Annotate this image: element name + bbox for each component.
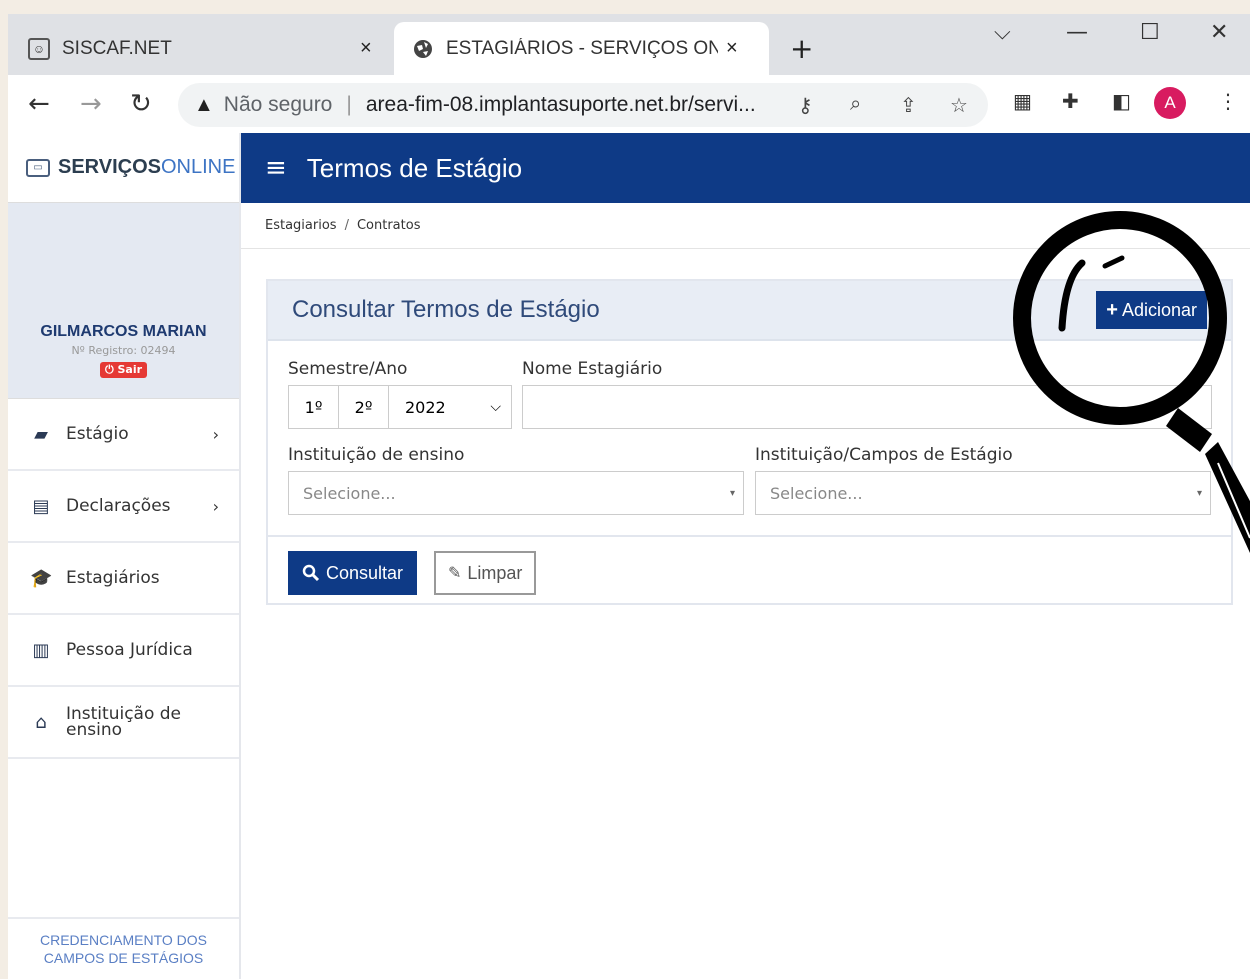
warning-icon: ▲	[194, 93, 214, 116]
globe-icon	[412, 38, 434, 60]
semester-selector: 1º 2º 2022 ⌵	[288, 385, 512, 429]
year-value: 2022	[405, 397, 446, 417]
browser-toolbar: ← → ↻ ▲ Não seguro | area-fim-08.implant…	[8, 75, 1250, 133]
campus-select[interactable]: Selecione... ▾	[755, 471, 1211, 515]
sidebar-item-label: Declarações	[66, 496, 171, 516]
building-icon: ▥	[32, 639, 50, 661]
semester-option-1[interactable]: 1º	[289, 386, 339, 428]
page-header: ≡ Termos de Estágio	[241, 133, 1250, 203]
forward-icon[interactable]: →	[80, 89, 102, 119]
url-text[interactable]: area-fim-08.implantasuporte.net.br/servi…	[366, 93, 776, 117]
search-panel: Consultar Termos de Estágio + Adicionar …	[266, 279, 1233, 605]
caret-down-icon: ▾	[1196, 487, 1202, 499]
tab-estagiarios[interactable]: ESTAGIÁRIOS - SERVIÇOS ONLINE ×	[394, 22, 769, 75]
screen-icon: ▭	[26, 158, 50, 177]
sidebar-item-instituicao[interactable]: ⌂ Instituição de ensino	[8, 687, 239, 759]
chevron-down-icon[interactable]: ⌵	[994, 20, 1011, 45]
close-window-icon[interactable]: ✕	[1210, 20, 1228, 45]
separator: |	[346, 93, 352, 116]
browser-window: ☺ SISCAF.NET × ESTAGIÁRIOS - SERVIÇOS ON…	[8, 14, 1250, 979]
sidebar-item-label: Pessoa Jurídica	[66, 640, 193, 660]
institution-label: Instituição de ensino	[288, 445, 465, 465]
clear-button[interactable]: ✎ Limpar	[434, 551, 537, 595]
campus-placeholder: Selecione...	[770, 483, 863, 503]
plus-icon: +	[1106, 298, 1118, 321]
add-button[interactable]: + Adicionar	[1096, 291, 1207, 329]
hamburger-menu-icon[interactable]: ≡	[265, 153, 287, 183]
chevron-down-icon: ⌵	[490, 399, 501, 415]
divider	[268, 535, 1231, 537]
tab-title: ESTAGIÁRIOS - SERVIÇOS ONLINE	[446, 37, 718, 59]
sidebar-item-estagio[interactable]: ▰ Estágio ›	[8, 399, 239, 471]
menu-icon[interactable]: ⋮	[1218, 89, 1238, 113]
tab-strip: ☺ SISCAF.NET × ESTAGIÁRIOS - SERVIÇOS ON…	[8, 14, 1250, 75]
semester-option-2[interactable]: 2º	[339, 386, 389, 428]
sidebar-item-label: Estágio	[66, 424, 129, 444]
tab-title: SISCAF.NET	[62, 37, 172, 59]
breadcrumb-separator: /	[344, 218, 349, 233]
page-title: Termos de Estágio	[306, 152, 523, 183]
brand-logo[interactable]: ▭ SERVIÇOS ONLINE	[8, 133, 239, 203]
star-icon[interactable]: ☆	[950, 93, 968, 118]
graduation-cap-icon: 🎓	[30, 567, 53, 589]
breadcrumb: Estagiarios / Contratos	[241, 203, 1250, 249]
person-icon: ☺	[28, 37, 50, 60]
minimize-icon[interactable]: —	[1066, 20, 1088, 45]
close-tab-icon[interactable]: ×	[726, 37, 738, 60]
security-status: Não seguro	[223, 93, 333, 116]
sidebar-item-label: Estagiários	[66, 568, 160, 588]
semester-label: Semestre/Ano	[288, 359, 408, 379]
search-label: Consultar	[326, 562, 404, 583]
share-icon[interactable]: ⇪	[900, 93, 917, 118]
zoom-icon[interactable]: ⌕	[850, 93, 861, 116]
user-box: GILMARCOS MARIAN Nº Registro: 02494 ⏻ Sa…	[8, 203, 239, 399]
sidebar-item-declaracoes[interactable]: ▤ Declarações ›	[8, 471, 239, 543]
maximize-icon[interactable]: ☐	[1140, 20, 1160, 45]
address-bar[interactable]: ▲ Não seguro | area-fim-08.implantasupor…	[178, 83, 988, 127]
campus-label: Instituição/Campos de Estágio	[755, 445, 1013, 465]
profile-avatar[interactable]: A	[1154, 87, 1186, 119]
search-button[interactable]: Consultar	[288, 551, 418, 595]
user-name: GILMARCOS MARIAN	[40, 323, 207, 340]
sidebar: ▭ SERVIÇOS ONLINE GILMARCOS MARIAN Nº Reg…	[8, 133, 241, 979]
file-icon: ▤	[32, 495, 50, 517]
eraser-icon: ✎	[448, 565, 462, 582]
side-panel-icon[interactable]: ◧	[1112, 89, 1131, 113]
sidebar-item-estagiarios[interactable]: 🎓 Estagiários	[8, 543, 239, 615]
close-tab-icon[interactable]: ×	[360, 37, 372, 60]
institution-placeholder: Selecione...	[303, 483, 396, 503]
logout-label: Sair	[117, 363, 143, 376]
spreadsheet-extension-icon[interactable]: ▦	[1013, 89, 1032, 113]
search-icon	[302, 564, 320, 582]
sidebar-item-label: Instituição de ensino	[66, 704, 182, 740]
folder-open-icon: ▰	[34, 423, 48, 445]
brand-part1: SERVIÇOS	[58, 156, 161, 178]
reload-icon[interactable]: ↻	[130, 89, 152, 119]
user-registry: Nº Registro: 02494	[71, 344, 176, 357]
institution-select[interactable]: Selecione... ▾	[288, 471, 744, 515]
brand-part2: ONLINE	[161, 156, 236, 178]
name-input[interactable]	[522, 385, 1212, 429]
panel-title: Consultar Termos de Estágio	[292, 296, 600, 323]
chevron-right-icon: ›	[212, 496, 219, 516]
new-tab-button[interactable]: +	[790, 32, 813, 65]
add-label: Adicionar	[1121, 299, 1197, 320]
key-icon[interactable]: ⚷	[798, 93, 813, 118]
logout-button[interactable]: ⏻ Sair	[99, 362, 148, 378]
year-select[interactable]: 2022 ⌵	[389, 386, 511, 428]
breadcrumb-estagiarios[interactable]: Estagiarios	[265, 218, 337, 233]
back-icon[interactable]: ←	[28, 89, 50, 119]
institution-icon: ⌂	[35, 711, 47, 733]
breadcrumb-contratos[interactable]: Contratos	[357, 218, 421, 233]
tab-siscaf[interactable]: ☺ SISCAF.NET ×	[28, 22, 388, 75]
clear-label: Limpar	[467, 562, 523, 583]
name-label: Nome Estagiário	[522, 359, 663, 379]
panel-header: Consultar Termos de Estágio + Adicionar	[268, 281, 1231, 341]
caret-down-icon: ▾	[729, 487, 735, 499]
chevron-right-icon: ›	[212, 424, 219, 444]
sidebar-item-pessoa-juridica[interactable]: ▥ Pessoa Jurídica	[8, 615, 239, 687]
puzzle-icon[interactable]: ✚	[1062, 89, 1079, 113]
credenciamento-link[interactable]: CREDENCIAMENTO DOS CAMPOS DE ESTÁGIOS	[8, 917, 239, 979]
